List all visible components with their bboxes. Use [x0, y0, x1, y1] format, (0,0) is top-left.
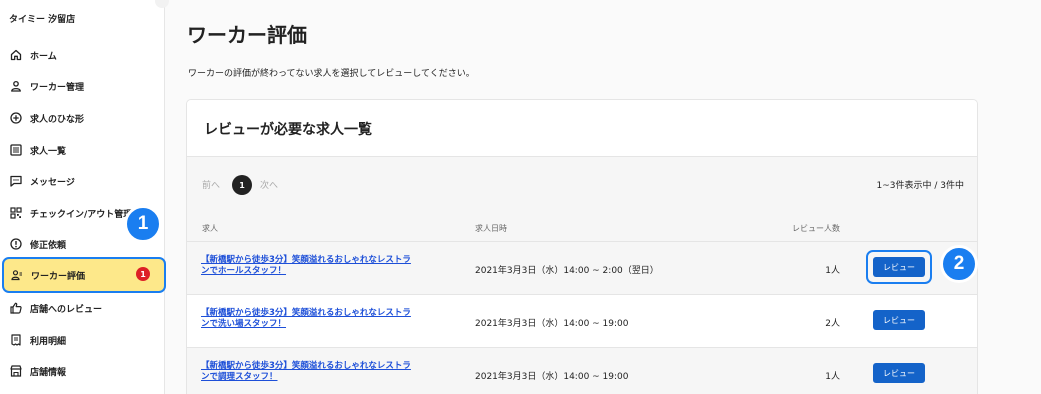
sidebar-item-worker-management[interactable]: ワーカー管理: [0, 70, 165, 102]
job-link[interactable]: 【新橋駅から徒歩3分】笑顔溢れるおしゃれなレストランで調理スタッフ！: [201, 361, 411, 383]
store-menu-dot: [155, 0, 169, 8]
list-icon: [10, 144, 22, 156]
message-icon: [10, 175, 22, 187]
sidebar-item-label: 求人のひな形: [30, 114, 85, 125]
review-count: 1人: [825, 266, 840, 276]
job-review-card: レビューが必要な求人一覧 前へ 1 次へ 1~3件表示中 / 3件中 求人 求人…: [186, 99, 978, 394]
sidebar-item-label: ワーカー管理: [30, 82, 85, 93]
job-date: 2021年3月3日（水）14:00 ~ 19:00: [475, 372, 629, 382]
table-row: 【新橋駅から徒歩3分】笑顔溢れるおしゃれなレストランで調理スタッフ！ 2021年…: [187, 347, 977, 394]
home-icon: [10, 49, 22, 61]
sidebar-item-label: 修正依頼: [30, 240, 67, 251]
card-header: レビューが必要な求人一覧: [187, 100, 977, 157]
step-callout-1: 1: [124, 205, 162, 243]
sidebar: タイミー 汐留店 ホーム ワーカー管理 求人のひな形 求人一覧 メッセージ チェ…: [0, 0, 169, 394]
thumbs-up-icon: [10, 302, 22, 314]
review-button[interactable]: レビュー: [873, 257, 925, 277]
sidebar-item-label: メッセージ: [30, 177, 75, 188]
sidebar-item-usage-details[interactable]: 利用明細: [0, 324, 165, 356]
page-description: ワーカーの評価が終わってない求人を選択してレビューしてください。: [188, 69, 475, 79]
sidebar-item-label: 利用明細: [30, 336, 67, 347]
review-count: 2人: [825, 319, 840, 329]
sidebar-item-messages[interactable]: メッセージ: [0, 165, 165, 197]
column-header-date: 求人日時: [475, 224, 507, 233]
table-row: 【新橋駅から徒歩3分】笑顔溢れるおしゃれなレストランで洗い場スタッフ！ 2021…: [187, 294, 977, 347]
job-link[interactable]: 【新橋駅から徒歩3分】笑顔溢れるおしゃれなレストランで洗い場スタッフ！: [201, 308, 411, 330]
sidebar-item-label: ワーカー評価: [31, 271, 86, 282]
sidebar-item-label: ホーム: [30, 51, 57, 62]
job-date: 2021年3月3日（水）14:00 ~ 2:00（翌日）: [475, 266, 659, 276]
card-title: レビューが必要な求人一覧: [204, 122, 372, 138]
receipt-icon: [10, 334, 22, 346]
pagination-count: 1~3件表示中 / 3件中: [876, 181, 964, 191]
step-callout-2: 2: [940, 245, 978, 283]
notification-badge: 1: [136, 267, 150, 281]
review-count: 1人: [825, 372, 840, 382]
review-button[interactable]: レビュー: [873, 363, 925, 383]
add-circle-icon: [10, 112, 22, 124]
job-link[interactable]: 【新橋駅から徒歩3分】笑顔溢れるおしゃれなレストランでホールスタッフ！: [201, 255, 411, 277]
pagination-prev[interactable]: 前へ: [202, 178, 220, 191]
store-icon: [10, 365, 22, 377]
sidebar-item-store-reviews[interactable]: 店舗へのレビュー: [0, 292, 165, 324]
store-name: タイミー 汐留店: [9, 15, 76, 25]
sidebar-item-label: チェックイン/アウト管理: [30, 209, 133, 220]
column-header-job: 求人: [202, 224, 218, 233]
sidebar-item-store-info[interactable]: 店舗情報: [0, 355, 165, 387]
qr-code-icon: [10, 207, 22, 219]
sidebar-item-label: 店舗へのレビュー: [30, 304, 103, 315]
sidebar-item-worker-review[interactable]: ワーカー評価 1: [2, 257, 166, 293]
sidebar-item-label: 店舗情報: [30, 367, 67, 378]
sidebar-item-job-templates[interactable]: 求人のひな形: [0, 102, 165, 134]
page-title: ワーカー評価: [187, 23, 307, 47]
pagination-current-page[interactable]: 1: [232, 175, 252, 195]
review-button[interactable]: レビュー: [873, 310, 925, 330]
worker-review-icon: [11, 269, 23, 281]
pagination-next[interactable]: 次へ: [260, 178, 278, 191]
job-date: 2021年3月3日（水）14:00 ~ 19:00: [475, 319, 629, 329]
sidebar-item-home[interactable]: ホーム: [0, 39, 165, 71]
sidebar-item-label: 求人一覧: [30, 146, 67, 157]
person-icon: [10, 80, 22, 92]
sidebar-item-job-list[interactable]: 求人一覧: [0, 134, 165, 166]
column-header-reviewers: レビュー人数: [792, 224, 840, 233]
alert-icon: [10, 238, 22, 250]
table-row: 【新橋駅から徒歩3分】笑顔溢れるおしゃれなレストランでホールスタッフ！ 2021…: [187, 241, 977, 294]
